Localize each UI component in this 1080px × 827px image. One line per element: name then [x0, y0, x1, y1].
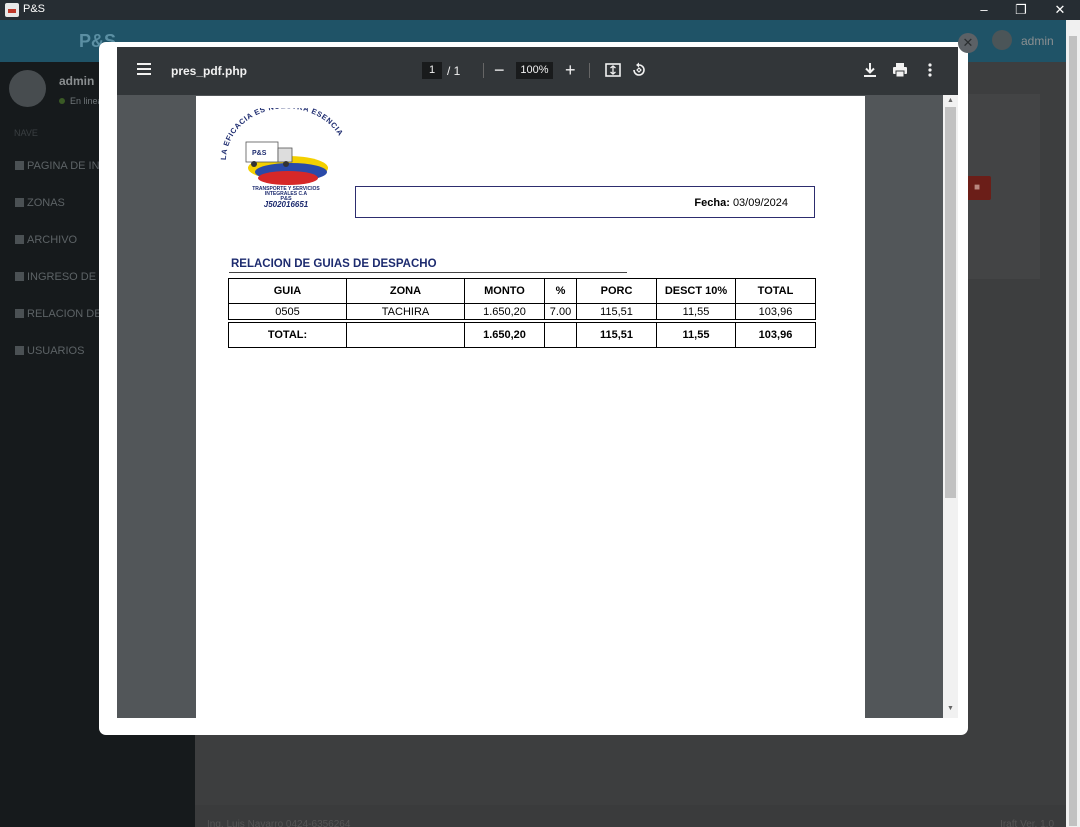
page-number-input[interactable]: 1: [422, 62, 442, 79]
footer-version: Iraft Ver. 1.0: [1000, 819, 1054, 827]
fecha-box: Fecha: 03/09/2024: [355, 186, 815, 218]
sidebar-user-status: En linea: [59, 96, 103, 106]
table-total-row: TOTAL: 1.650,20 115,51 11,55 103,96: [228, 322, 816, 348]
fecha-text: Fecha: 03/09/2024: [694, 197, 788, 209]
pdf-scrollbar-thumb[interactable]: [945, 107, 956, 498]
restore-button[interactable]: ❐: [1010, 1, 1032, 19]
sidebar-avatar: [9, 70, 46, 107]
table-cell: 11,55: [656, 303, 736, 320]
map-marker-icon: [15, 198, 24, 207]
rotate-icon[interactable]: [630, 61, 648, 79]
sidebar-item-label: ARCHIVO: [27, 234, 78, 246]
download-icon[interactable]: [861, 61, 879, 79]
user-avatar[interactable]: [992, 30, 1012, 50]
table-cell: 1.650,20: [464, 303, 545, 320]
pdf-scrollbar[interactable]: ▲ ▼: [943, 95, 958, 718]
close-window-button[interactable]: ✕: [1049, 1, 1071, 19]
total-cell: 1.650,20: [464, 322, 545, 348]
toolbar-divider: [483, 63, 484, 78]
sidebar-item-usuarios[interactable]: USUARIOS: [15, 345, 84, 357]
table-cell: 103,96: [735, 303, 816, 320]
status-text: En linea: [70, 96, 103, 106]
total-cell: TOTAL:: [228, 322, 347, 348]
print-icon[interactable]: [891, 61, 909, 79]
total-cell: [544, 322, 577, 348]
page-scrollbar[interactable]: [1066, 20, 1080, 827]
more-options-icon[interactable]: [921, 61, 939, 79]
report-title: RELACION DE GUIAS DE DESPACHO: [231, 258, 437, 270]
total-cell: 103,96: [735, 322, 816, 348]
sidebar-item-label: ZONAS: [27, 197, 65, 209]
dashboard-icon: [15, 161, 24, 170]
pdf-toolbar: pres_pdf.php 1 / 1 − 100% +: [117, 47, 958, 95]
footer-credit: Ing. Luis Navarro 0424-6356264: [207, 819, 351, 827]
pdf-page: LA EFICACIA ES NUESTRA ESENCIA P&S TRANS…: [196, 96, 865, 718]
zoom-input[interactable]: 100%: [516, 62, 553, 79]
top-user-name[interactable]: admin: [1021, 34, 1054, 48]
table-cell: TACHIRA: [346, 303, 465, 320]
trash-icon: ■: [973, 182, 981, 193]
online-dot-icon: [59, 98, 65, 104]
table-header-row: GUIA ZONA MONTO % PORC DESCT 10% TOTAL: [228, 278, 816, 304]
scroll-down-icon[interactable]: ▼: [947, 705, 954, 712]
pdf-viewer: pres_pdf.php 1 / 1 − 100% + ▲ ▼ LA EFICA…: [117, 47, 958, 718]
col-header: DESCT 10%: [656, 278, 736, 304]
company-logo: LA EFICACIA ES NUESTRA ESENCIA P&S TRANS…: [219, 108, 345, 208]
modal-close-icon[interactable]: ✕: [958, 33, 978, 53]
col-header: PORC: [576, 278, 657, 304]
total-cell: 11,55: [656, 322, 736, 348]
file-text-icon: [15, 309, 24, 318]
total-cell: [346, 322, 465, 348]
scroll-up-icon[interactable]: ▲: [947, 97, 954, 104]
window-titlebar: P&S – ❐ ✕: [0, 0, 1080, 20]
fit-page-icon[interactable]: [604, 61, 622, 79]
page-scrollbar-thumb[interactable]: [1069, 36, 1077, 826]
fecha-label: Fecha:: [694, 197, 730, 209]
sidebar-nav-header: NAVE: [14, 128, 38, 138]
col-header: TOTAL: [735, 278, 816, 304]
toolbar-divider: [589, 63, 590, 78]
table-cell: 115,51: [576, 303, 657, 320]
pdf-filename: pres_pdf.php: [171, 64, 248, 78]
menu-icon[interactable]: [137, 63, 151, 75]
sidebar-item-archivo[interactable]: ARCHIVO: [15, 234, 77, 246]
zoom-in-button[interactable]: +: [565, 58, 576, 82]
table-cell: 0505: [228, 303, 347, 320]
guias-table: GUIA ZONA MONTO % PORC DESCT 10% TOTAL 0…: [228, 278, 816, 348]
total-cell: 115,51: [576, 322, 657, 348]
sidebar-item-zonas[interactable]: ZONAS: [15, 197, 65, 209]
col-header: MONTO: [464, 278, 545, 304]
users-icon: [15, 346, 24, 355]
app-icon: [5, 3, 19, 17]
col-header: GUIA: [228, 278, 347, 304]
page-total: / 1: [447, 64, 461, 78]
fecha-value: 03/09/2024: [732, 197, 788, 209]
sidebar-user-name: admin: [59, 74, 95, 88]
zoom-out-button[interactable]: −: [494, 58, 505, 82]
sidebar-item-label: USUARIOS: [27, 345, 85, 357]
table-cell: 7.00: [544, 303, 577, 320]
title-underline: [229, 272, 627, 273]
col-header: %: [544, 278, 577, 304]
logo-rif: J502016651: [264, 200, 309, 208]
col-header: ZONA: [346, 278, 465, 304]
folder-icon: [15, 235, 24, 244]
window-title: P&S: [23, 3, 46, 15]
table-row: 0505 TACHIRA 1.650,20 7.00 115,51 11,55 …: [228, 303, 816, 320]
footer: Ing. Luis Navarro 0424-6356264 Iraft Ver…: [195, 805, 1066, 827]
truck-label: P&S: [252, 150, 267, 157]
minimize-button[interactable]: –: [973, 1, 995, 19]
file-icon: [15, 272, 24, 281]
